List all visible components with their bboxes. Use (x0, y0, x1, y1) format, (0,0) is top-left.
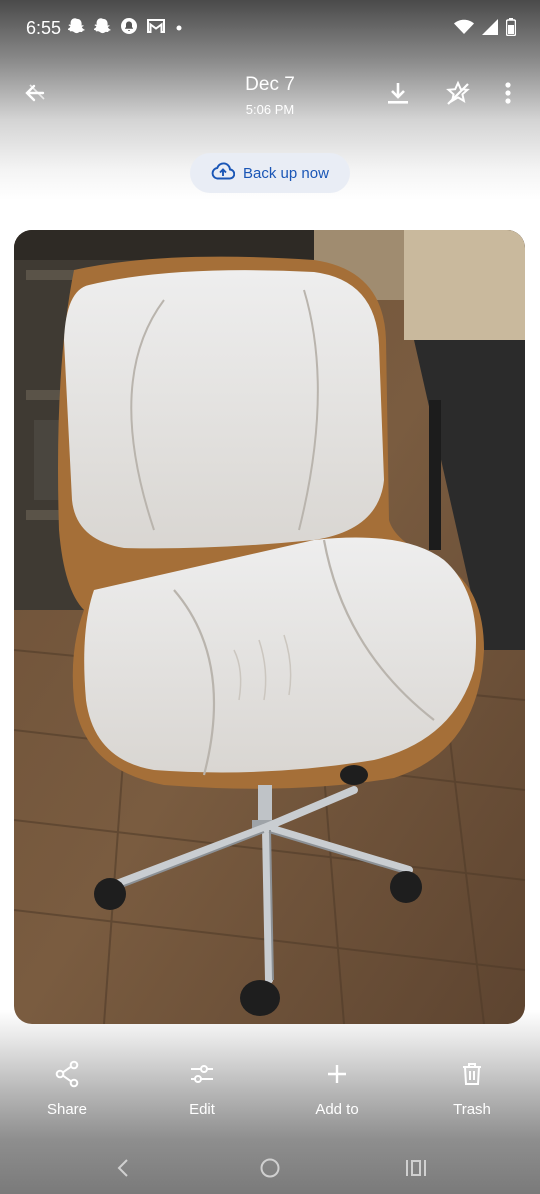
share-icon (54, 1060, 80, 1093)
back-up-now-button[interactable]: Back up now (190, 153, 350, 193)
trash-button[interactable]: Trash (422, 1060, 522, 1118)
back-nav-icon[interactable] (103, 1150, 143, 1186)
edit-label: Edit (189, 1101, 215, 1118)
wifi-icon (454, 19, 474, 40)
recents-nav-icon[interactable] (396, 1150, 436, 1186)
photo-action-bar: Share Edit Add to Trash (0, 1060, 540, 1140)
gmail-icon (146, 18, 166, 39)
edit-button[interactable]: Edit (152, 1060, 252, 1118)
favorite-star-off-icon[interactable] (440, 76, 476, 110)
status-bar: 6:55 (0, 0, 540, 56)
edit-sliders-icon (189, 1060, 215, 1093)
share-button[interactable]: Share (17, 1060, 117, 1118)
plus-icon (324, 1060, 350, 1093)
add-to-label: Add to (315, 1101, 359, 1118)
battery-icon (505, 18, 517, 41)
signal-icon (482, 19, 498, 40)
cloud-upload-icon (211, 162, 236, 184)
add-to-button[interactable]: Add to (287, 1060, 387, 1118)
dot-icon (174, 20, 184, 38)
system-navigation-bar (0, 1142, 540, 1194)
snapchat-icon (67, 17, 86, 40)
white-office-chair-photo[interactable] (14, 230, 525, 1024)
trash-icon (459, 1060, 485, 1093)
trash-label: Trash (453, 1101, 491, 1118)
share-label: Share (46, 1101, 88, 1118)
photo-top-bar: Dec 7 5:06 PM (0, 60, 540, 130)
more-options-icon[interactable] (494, 76, 522, 110)
notification-bell-icon (120, 17, 138, 40)
notification-icons (67, 17, 184, 40)
home-nav-icon[interactable] (250, 1150, 290, 1186)
back-up-now-label: Back up now (243, 164, 329, 182)
system-status-icons (454, 18, 517, 41)
snapchat-icon (93, 17, 112, 40)
download-icon[interactable] (380, 76, 416, 110)
status-time: 6:55 (26, 18, 62, 38)
